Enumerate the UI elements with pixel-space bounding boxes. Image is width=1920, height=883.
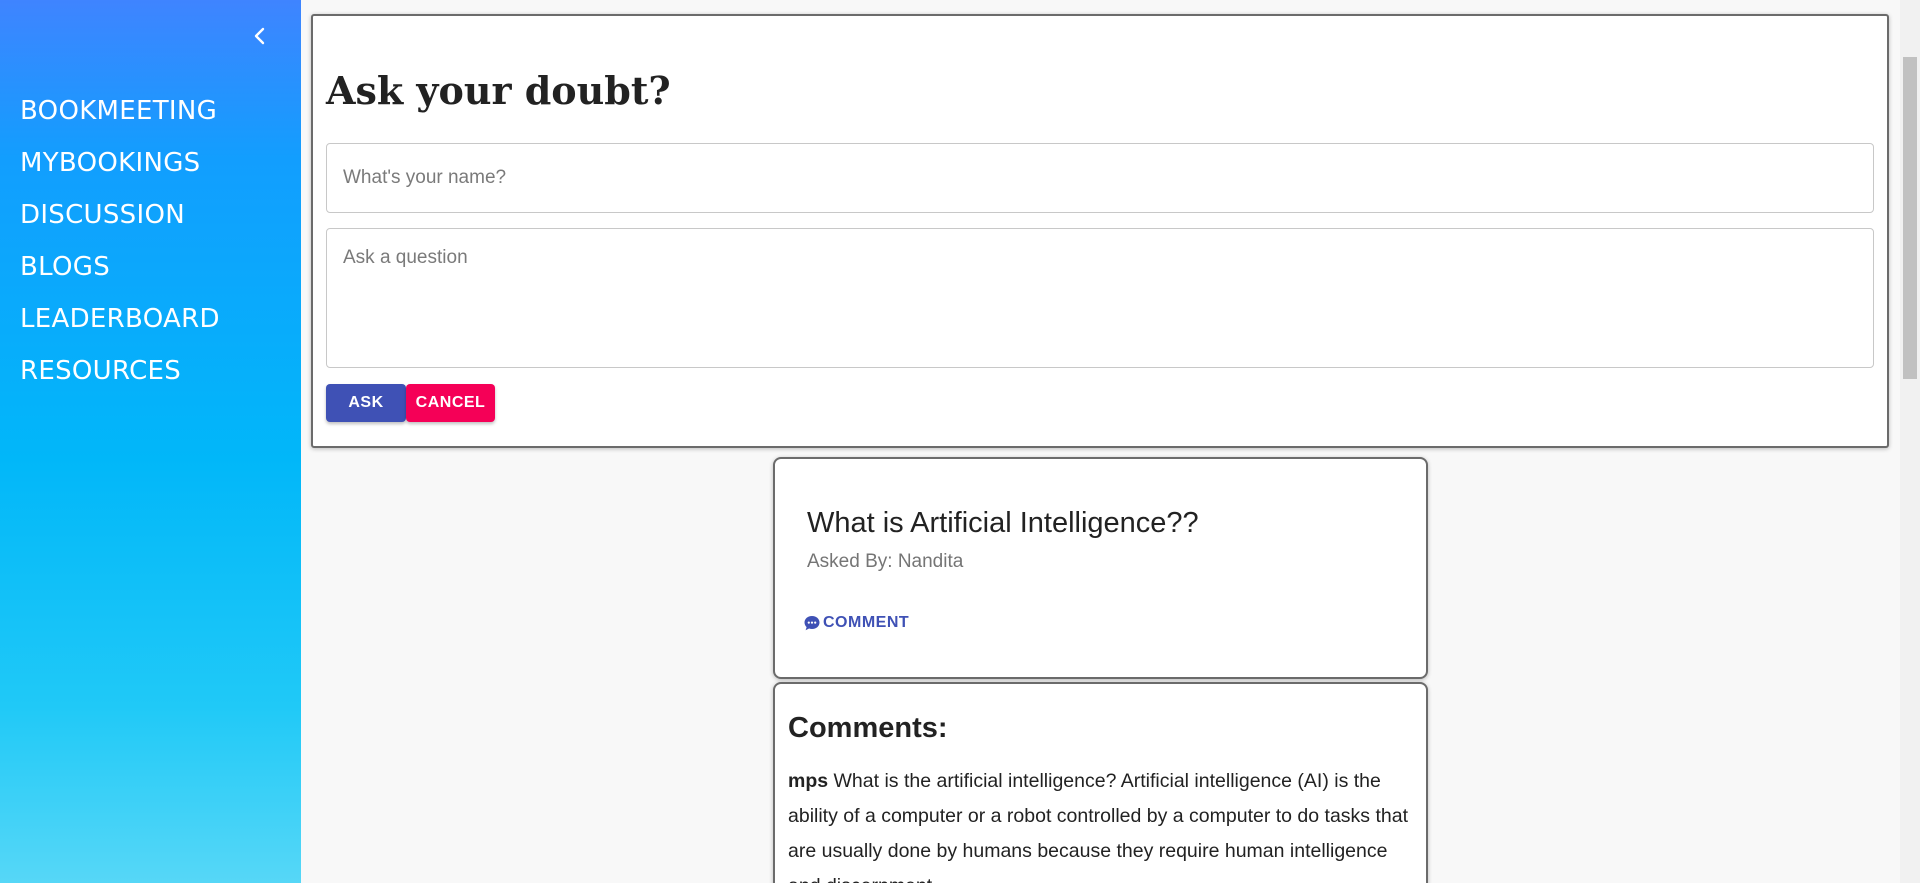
question-input[interactable] — [326, 228, 1874, 368]
question-asked-by: Asked By: Nandita — [807, 551, 964, 572]
comment-icon — [804, 616, 820, 631]
scrollbar-thumb[interactable] — [1903, 57, 1917, 379]
ask-doubt-card: Ask your doubt? ASK CANCEL — [311, 14, 1889, 448]
sidebar-item-resources[interactable]: RESOURCES — [20, 352, 220, 404]
ask-doubt-title: Ask your doubt? — [326, 68, 671, 113]
question-title: What is Artificial Intelligence?? — [807, 507, 1199, 539]
page-scrollbar[interactable] — [1900, 0, 1920, 883]
comments-heading: Comments: — [788, 712, 948, 744]
question-card: What is Artificial Intelligence?? Asked … — [773, 457, 1428, 679]
sidebar-item-mybookings[interactable]: MYBOOKINGS — [20, 144, 220, 196]
sidebar-item-blogs[interactable]: BLOGS — [20, 248, 220, 300]
sidebar-item-bookmeeting[interactable]: BOOKMEETING — [20, 92, 220, 144]
ask-button[interactable]: ASK — [326, 384, 406, 422]
cancel-button[interactable]: CANCEL — [406, 384, 495, 422]
comments-card: Comments: mps What is the artificial int… — [773, 682, 1428, 883]
comment-body: What is the artificial intelligence? Art… — [788, 770, 1408, 883]
sidebar-nav: BOOKMEETING MYBOOKINGS DISCUSSION BLOGS … — [20, 92, 220, 404]
sidebar-collapse-button[interactable] — [246, 22, 274, 50]
comment-button-label: COMMENT — [823, 614, 910, 631]
sidebar-item-leaderboard[interactable]: LEADERBOARD — [20, 300, 220, 352]
name-input[interactable] — [326, 143, 1874, 213]
sidebar-item-discussion[interactable]: DISCUSSION — [20, 196, 220, 248]
comment-item: mps What is the artificial intelligence?… — [788, 764, 1418, 883]
app-root: BOOKMEETING MYBOOKINGS DISCUSSION BLOGS … — [0, 0, 1920, 883]
sidebar: BOOKMEETING MYBOOKINGS DISCUSSION BLOGS … — [0, 0, 301, 883]
chevron-left-icon — [254, 27, 265, 45]
comment-button[interactable]: COMMENT — [803, 614, 909, 632]
main-content: Ask your doubt? ASK CANCEL What is Artif… — [301, 0, 1900, 883]
comment-author: mps — [788, 770, 829, 792]
